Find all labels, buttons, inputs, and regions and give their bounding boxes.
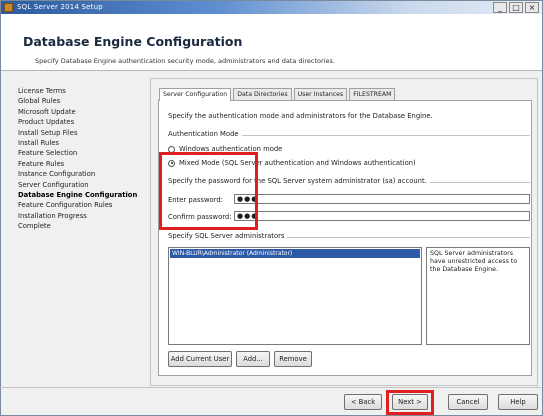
setup-steps-nav: License Terms Global Rules Microsoft Upd…	[18, 86, 148, 231]
nav-item-microsoft-update[interactable]: Microsoft Update	[18, 107, 148, 117]
footer-divider	[0, 387, 541, 388]
tab-filestream[interactable]: FILESTREAM	[349, 88, 396, 100]
administrators-list[interactable]: WIN-BLUR\Administrator (Administrator)	[168, 247, 422, 345]
tab-strip: Server Configuration Data Directories Us…	[159, 88, 397, 101]
nav-item-server-configuration[interactable]: Server Configuration	[18, 180, 148, 190]
add-current-user-button[interactable]: Add Current User	[168, 351, 232, 367]
nav-item-install-rules[interactable]: Install Rules	[18, 138, 148, 148]
administrators-info-text: SQL Server administrators have unrestric…	[426, 247, 530, 345]
server-config-description: Specify the authentication mode and admi…	[168, 112, 433, 120]
nav-item-feature-configuration-rules[interactable]: Feature Configuration Rules	[18, 200, 148, 210]
nav-item-license-terms[interactable]: License Terms	[18, 86, 148, 96]
admins-group-label: Specify SQL Server administrators	[168, 232, 288, 240]
tab-user-instances[interactable]: User Instances	[293, 88, 348, 100]
annotation-highlight-password-settings	[159, 152, 258, 230]
auth-mode-group-label: Authentication Mode	[168, 130, 242, 138]
annotation-highlight-next-button	[386, 390, 434, 415]
nav-item-database-engine-configuration[interactable]: Database Engine Configuration	[18, 190, 148, 200]
close-button[interactable]: ×	[525, 2, 539, 13]
sql-server-app-icon	[4, 3, 13, 12]
administrator-list-item[interactable]: WIN-BLUR\Administrator (Administrator)	[170, 249, 420, 258]
nav-item-complete[interactable]: Complete	[18, 221, 148, 231]
minimize-button[interactable]: _	[493, 2, 507, 13]
nav-item-feature-selection[interactable]: Feature Selection	[18, 148, 148, 158]
window-title: SQL Server 2014 Setup	[17, 3, 103, 11]
title-bar: SQL Server 2014 Setup _ □ ×	[1, 1, 542, 14]
remove-admin-button[interactable]: Remove	[274, 351, 312, 367]
help-button[interactable]: Help	[498, 394, 538, 410]
nav-item-installation-progress[interactable]: Installation Progress	[18, 211, 148, 221]
maximize-button[interactable]: □	[509, 2, 523, 13]
nav-item-feature-rules[interactable]: Feature Rules	[18, 159, 148, 169]
back-button[interactable]: < Back	[344, 394, 382, 410]
enter-password-field[interactable]: ●●●	[234, 194, 530, 204]
nav-item-instance-configuration[interactable]: Instance Configuration	[18, 169, 148, 179]
page-header: Database Engine Configuration Specify Da…	[1, 14, 542, 71]
page-title: Database Engine Configuration	[23, 34, 243, 49]
cancel-button[interactable]: Cancel	[448, 394, 488, 410]
add-admin-button[interactable]: Add...	[236, 351, 270, 367]
nav-item-global-rules[interactable]: Global Rules	[18, 96, 148, 106]
window-controls: _ □ ×	[493, 2, 539, 13]
tab-data-directories[interactable]: Data Directories	[233, 88, 292, 100]
confirm-password-field[interactable]: ●●●	[234, 211, 530, 221]
tab-server-configuration[interactable]: Server Configuration	[159, 88, 232, 101]
nav-item-product-updates[interactable]: Product Updates	[18, 117, 148, 127]
page-subtitle: Specify Database Engine authentication s…	[35, 57, 335, 65]
nav-item-install-setup-files[interactable]: Install Setup Files	[18, 128, 148, 138]
